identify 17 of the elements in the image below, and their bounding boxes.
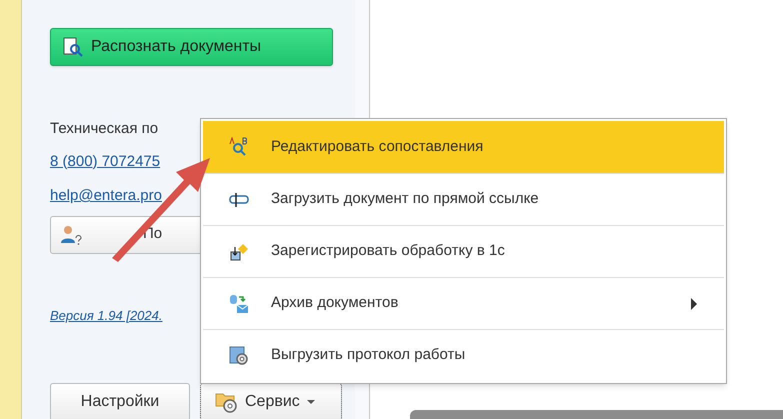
support-person-icon bbox=[61, 224, 83, 244]
search-letters-icon bbox=[229, 137, 249, 157]
recognize-button[interactable]: Распознать документы bbox=[50, 28, 333, 66]
folder-gear-icon bbox=[215, 391, 239, 413]
settings-button[interactable]: Настройки bbox=[50, 383, 190, 419]
support-label: Техническая по bbox=[50, 119, 158, 139]
menu-item[interactable]: Редактировать сопоставления bbox=[203, 121, 724, 173]
gear-document-icon bbox=[229, 346, 249, 366]
version-link[interactable]: Версия 1.94 [2024. bbox=[50, 306, 162, 325]
caret-icon bbox=[306, 399, 316, 405]
document-search-icon bbox=[63, 37, 83, 57]
database-mail-icon bbox=[229, 294, 249, 314]
phone-link[interactable]: 8 (800) 7072475 bbox=[50, 150, 160, 173]
service-button[interactable]: Сервис bbox=[200, 383, 342, 419]
email-link[interactable]: help@entera.pro bbox=[50, 185, 162, 208]
submenu-arrow-icon bbox=[690, 296, 698, 310]
register-icon bbox=[229, 242, 249, 262]
